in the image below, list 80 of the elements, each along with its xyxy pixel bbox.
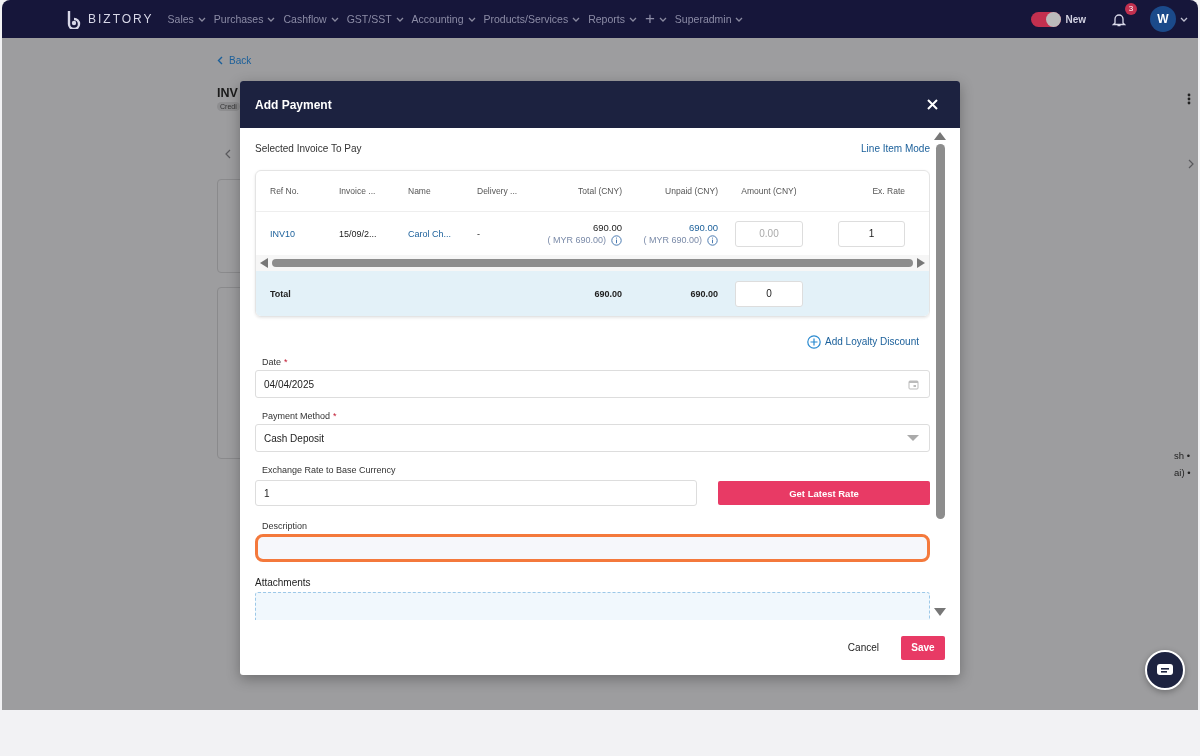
close-icon [927, 99, 938, 110]
notification-count: 3 [1125, 2, 1137, 15]
dropdown-arrow-icon [907, 434, 919, 442]
notifications-button[interactable] [1112, 11, 1126, 27]
chevron-left-icon [225, 149, 231, 159]
chat-icon [1156, 663, 1174, 677]
column-header: Amount (CNY) [740, 186, 798, 196]
caret-icon [628, 15, 637, 23]
nav-menu-item[interactable]: Products/Services [483, 13, 581, 25]
add-loyalty-discount-link[interactable]: Add Loyalty Discount [807, 331, 919, 352]
table-cell-text: 690.00 [593, 288, 622, 299]
field-label: Payment Method * [261, 410, 338, 423]
column-header: Name [408, 186, 432, 196]
table-cell-text: Carol Ch... [408, 228, 452, 239]
caret-icon [735, 15, 744, 23]
table-cell-text: 15/09/2... [339, 228, 378, 239]
column-header: Ex. Rate [871, 186, 905, 196]
nav-menu-item[interactable]: Accounting [411, 13, 476, 25]
ex-rate-input[interactable]: 1 [838, 220, 905, 247]
caret-icon [330, 15, 339, 23]
field-label: Description [261, 520, 309, 533]
table-cell-text: - [477, 228, 481, 239]
table-cell: ( MYR 690.00) [547, 235, 606, 245]
caret-icon [395, 15, 404, 23]
nav-menu-item[interactable]: GST/SST [346, 13, 404, 25]
field-label: Exchange Rate to Base Currency [261, 464, 397, 477]
nav-menu-item[interactable]: Superadmin [674, 13, 744, 25]
calendar-icon [908, 378, 919, 390]
column-header: Invoice ... [339, 186, 377, 196]
table-cell: ( MYR 690.00) [643, 235, 702, 245]
info-icon [611, 234, 622, 246]
plus-circle-icon [807, 334, 822, 349]
caret-icon [658, 15, 667, 23]
bell-icon [1112, 11, 1126, 27]
table-cell-text: INV10 [270, 228, 296, 239]
exchange-rate-input[interactable]: 1 [255, 480, 697, 506]
cancel-button[interactable]: Cancel [841, 641, 885, 654]
column-header: Delivery ... [477, 186, 519, 196]
caret-icon [467, 15, 476, 23]
amount-input[interactable]: 0.00 [735, 220, 803, 247]
horizontal-scrollbar[interactable] [256, 255, 929, 271]
section-label: Selected Invoice To Pay [255, 142, 362, 154]
caret-icon [572, 15, 581, 23]
nav-menu-item[interactable]: Cashflow [283, 13, 339, 25]
line-item-mode-link[interactable]: Line Item Mode [861, 142, 930, 154]
add-menu[interactable]: + [644, 9, 667, 29]
caret-icon [197, 15, 206, 23]
nav-menu-item[interactable]: Reports [588, 13, 637, 25]
field-label: Attachments [255, 575, 312, 590]
page-title: INV [217, 86, 238, 100]
date-field[interactable]: 04/04/2025 [255, 370, 930, 398]
nav-menu-item[interactable]: Purchases [213, 13, 276, 25]
nav-menu-item[interactable]: Sales [167, 13, 206, 25]
more-icon [1187, 93, 1191, 105]
table-cell-text: 690.00 [689, 288, 718, 299]
caret-icon [267, 15, 276, 23]
toggle-switch[interactable] [1031, 11, 1062, 27]
field-label: Date * [261, 356, 289, 369]
close-button[interactable] [927, 99, 938, 110]
column-header: Ref No. [270, 186, 300, 196]
chevron-left-icon [217, 56, 223, 65]
background-text: ai) • [1174, 466, 1191, 480]
get-latest-rate-button[interactable]: Get Latest Rate [718, 481, 930, 505]
toggle-label: New [1065, 13, 1086, 25]
background-text: sh • [1174, 449, 1190, 463]
payment-method-select[interactable]: Cash Deposit [255, 424, 930, 452]
total-label: Total [270, 288, 292, 299]
description-input[interactable] [255, 534, 930, 562]
total-amount-input[interactable]: 0 [735, 280, 803, 307]
info-icon [707, 234, 718, 246]
caret-icon [1180, 15, 1188, 23]
column-header: Unpaid (CNY) [664, 186, 718, 196]
save-button[interactable]: Save [901, 635, 945, 660]
table-cell: 690.00 [592, 221, 622, 233]
table-cell: 690.00 [688, 221, 718, 233]
column-header: Total (CNY) [577, 186, 622, 196]
chevron-right-icon [1188, 159, 1194, 169]
brand-name: BIZTORY [88, 12, 154, 26]
dialog-title: Add Payment [255, 97, 332, 112]
user-avatar[interactable]: W [1150, 6, 1176, 32]
